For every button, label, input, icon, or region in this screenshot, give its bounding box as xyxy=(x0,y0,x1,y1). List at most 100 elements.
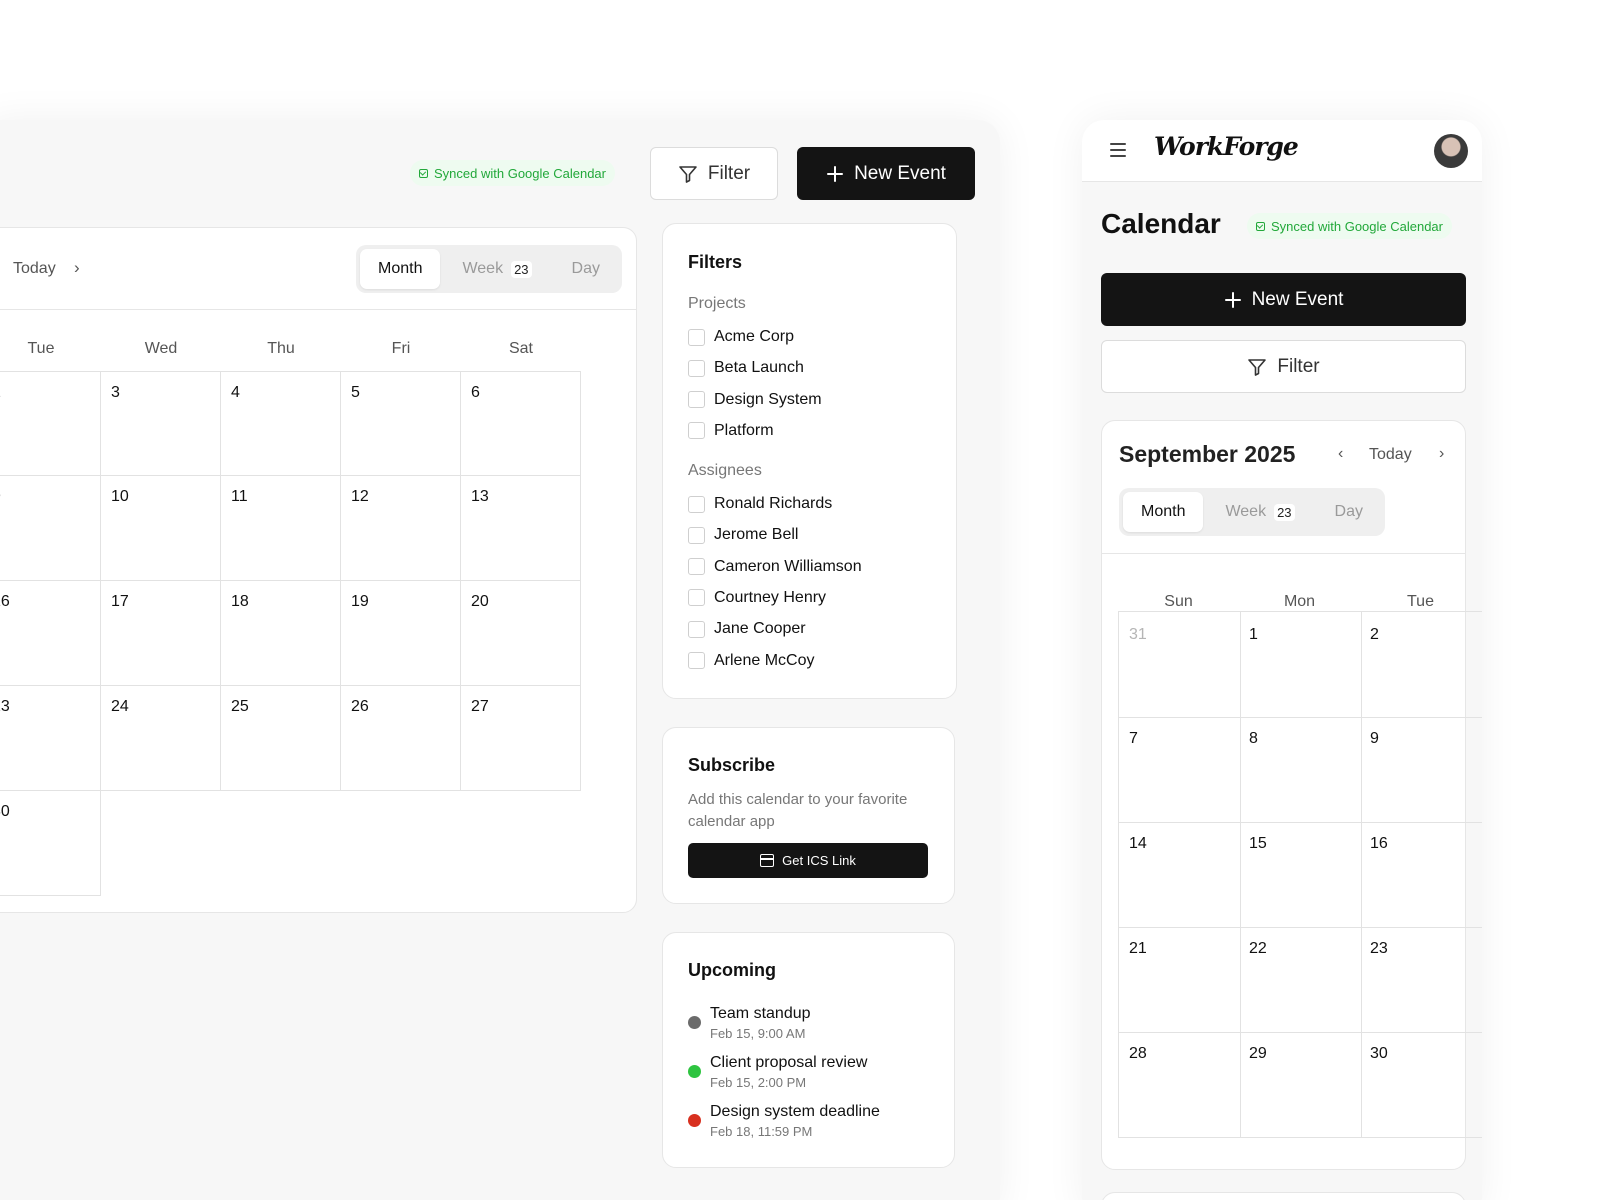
day-cell[interactable]: 24 xyxy=(101,686,221,791)
day-cell[interactable]: 1 xyxy=(1239,611,1362,718)
day-cell[interactable]: 31 xyxy=(1118,611,1241,718)
today-button[interactable]: Today xyxy=(13,260,56,278)
filter-button[interactable]: Filter xyxy=(1101,340,1466,393)
day-cell[interactable]: 30 xyxy=(1360,1031,1482,1138)
checkbox[interactable] xyxy=(688,422,705,440)
plus-icon xyxy=(1224,291,1242,309)
day-cell[interactable]: 23 xyxy=(0,686,101,791)
tab-label: Week xyxy=(462,260,504,277)
day-cell[interactable]: 12 xyxy=(341,476,461,581)
day-cell[interactable]: 26 xyxy=(341,686,461,791)
status-dot xyxy=(688,1065,701,1078)
avatar[interactable] xyxy=(1434,134,1468,168)
checkbox[interactable] xyxy=(688,359,705,377)
day-cell[interactable]: 15 xyxy=(1239,821,1362,928)
month-label: September 2025 xyxy=(1119,441,1296,467)
event-title: Design system deadline xyxy=(710,1103,880,1120)
weekday-tue: Tue xyxy=(1407,593,1434,610)
project-checkbox[interactable]: Platform xyxy=(688,422,774,440)
project-checkbox[interactable]: Design System xyxy=(688,391,822,409)
day-cell[interactable]: 11 xyxy=(221,476,341,581)
checkbox[interactable] xyxy=(688,620,705,638)
day-cell[interactable]: 4 xyxy=(221,371,341,476)
weekday-thu: Thu xyxy=(267,340,295,357)
day-cell[interactable]: 2 xyxy=(1360,611,1482,718)
assignee-checkbox[interactable]: Arlene McCoy xyxy=(688,652,814,670)
get-ics-link-button[interactable]: Get ICS Link xyxy=(688,843,928,878)
synced-badge: Synced with Google Calendar xyxy=(410,160,615,186)
event-title: Client proposal review xyxy=(710,1054,868,1071)
day-cell[interactable]: 5 xyxy=(341,371,461,476)
subscribe-description: Add this calendar to your favorite calen… xyxy=(688,791,908,830)
next-month-icon[interactable]: › xyxy=(74,258,80,278)
week-number-badge: 23 xyxy=(1274,503,1295,521)
checkbox[interactable] xyxy=(688,328,705,346)
day-cell[interactable]: 23 xyxy=(1360,926,1482,1033)
tab-week[interactable]: Week 23 xyxy=(1207,492,1312,532)
tab-day[interactable]: Day xyxy=(1317,492,1381,532)
checkbox[interactable] xyxy=(688,589,705,607)
get-ics-link-label: Get ICS Link xyxy=(782,853,856,868)
day-cell[interactable]: 20 xyxy=(461,581,581,686)
project-checkbox[interactable]: Acme Corp xyxy=(688,328,794,346)
assignee-checkbox[interactable]: Jerome Bell xyxy=(688,526,798,544)
day-cell[interactable]: 30 xyxy=(0,791,101,896)
day-cell[interactable]: 10 xyxy=(101,476,221,581)
day-cell[interactable]: 9 xyxy=(1360,716,1482,823)
assignee-checkbox[interactable]: Cameron Williamson xyxy=(688,558,862,576)
checkbox[interactable] xyxy=(688,495,705,513)
day-cell[interactable]: 7 xyxy=(1118,716,1241,823)
tab-label: Month xyxy=(1141,503,1186,520)
day-cell[interactable]: 22 xyxy=(1239,926,1362,1033)
new-event-button[interactable]: New Event xyxy=(797,147,975,200)
day-cell[interactable]: 14 xyxy=(1118,821,1241,928)
day-cell[interactable]: 25 xyxy=(221,686,341,791)
tab-day[interactable]: Day xyxy=(554,249,618,289)
assignee-checkbox[interactable]: Ronald Richards xyxy=(688,495,832,513)
day-cell[interactable]: 19 xyxy=(341,581,461,686)
tab-week[interactable]: Week 23 xyxy=(444,249,549,289)
mobile-panel: WorkForge Calendar Synced with Google Ca… xyxy=(1082,120,1482,1200)
weekday-sat: Sat xyxy=(508,340,533,357)
day-cell[interactable]: 29 xyxy=(1239,1031,1362,1138)
day-cell[interactable]: 17 xyxy=(101,581,221,686)
project-checkbox[interactable]: Beta Launch xyxy=(688,359,804,377)
assignee-checkbox[interactable]: Courtney Henry xyxy=(688,589,826,607)
assignee-label: Cameron Williamson xyxy=(714,557,862,575)
day-cell[interactable]: 13 xyxy=(461,476,581,581)
divider xyxy=(1102,553,1465,554)
tab-month[interactable]: Month xyxy=(360,249,441,289)
checkbox[interactable] xyxy=(688,558,705,576)
checkbox[interactable] xyxy=(688,652,705,669)
upcoming-event[interactable]: Design system deadline Feb 18, 11:59 PM xyxy=(688,1103,880,1139)
day-cell[interactable]: 8 xyxy=(1239,716,1362,823)
prev-month-icon[interactable]: ‹ xyxy=(1338,445,1343,463)
checkbox[interactable] xyxy=(688,391,705,409)
day-cell[interactable]: 21 xyxy=(1118,926,1241,1033)
day-cell[interactable]: 2 xyxy=(0,371,101,476)
event-text: Design system deadline Feb 18, 11:59 PM xyxy=(710,1103,880,1139)
day-cell[interactable]: 6 xyxy=(461,371,581,476)
hamburger-menu-icon[interactable] xyxy=(1110,143,1126,157)
day-cell[interactable]: 27 xyxy=(461,686,581,791)
assignee-label: Ronald Richards xyxy=(714,495,833,512)
tab-month[interactable]: Month xyxy=(1123,492,1204,532)
synced-badge: Synced with Google Calendar xyxy=(1247,213,1452,239)
day-cell[interactable]: 16 xyxy=(0,581,101,686)
new-event-button[interactable]: New Event xyxy=(1101,273,1466,326)
today-button[interactable]: Today xyxy=(1369,446,1412,464)
filter-label: Filter xyxy=(1277,355,1320,377)
day-cell[interactable]: 9 xyxy=(0,476,101,581)
day-cell[interactable]: 18 xyxy=(221,581,341,686)
upcoming-event[interactable]: Client proposal review Feb 15, 2:00 PM xyxy=(688,1054,867,1090)
filter-button[interactable]: Filter xyxy=(650,147,778,200)
assignee-checkbox[interactable]: Jane Cooper xyxy=(688,620,806,638)
tab-label: Week xyxy=(1225,503,1267,520)
upcoming-event[interactable]: Team standup Feb 15, 9:00 AM xyxy=(688,1005,811,1041)
day-cell[interactable]: 16 xyxy=(1360,821,1482,928)
day-cell[interactable]: 28 xyxy=(1118,1031,1241,1138)
project-label: Design System xyxy=(714,390,822,408)
day-cell[interactable]: 3 xyxy=(101,371,221,476)
next-month-icon[interactable]: › xyxy=(1439,445,1444,463)
checkbox[interactable] xyxy=(688,526,705,544)
